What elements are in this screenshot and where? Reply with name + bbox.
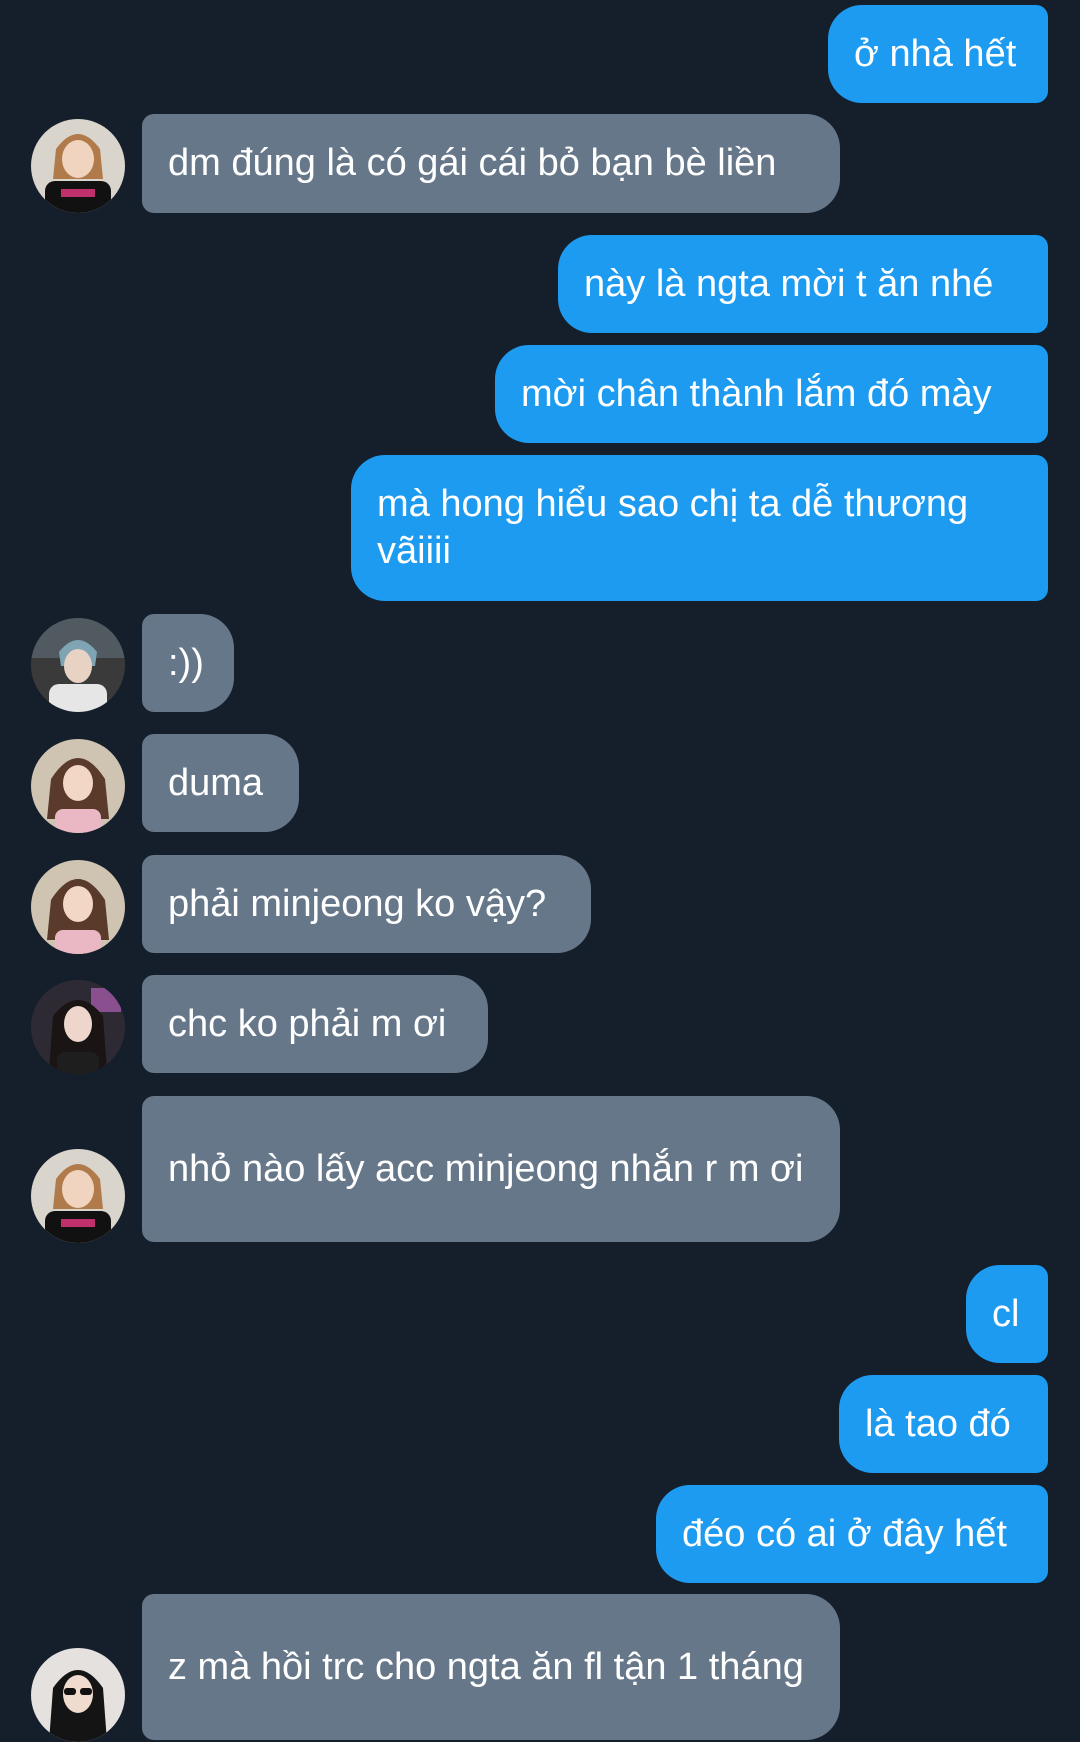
- message-bubble[interactable]: mà hong hiểu sao chị ta dễ thương vãiiii: [351, 455, 1048, 601]
- sender-avatar[interactable]: [31, 739, 125, 833]
- avatar-b-icon: [31, 618, 125, 712]
- message-bubble[interactable]: nhỏ nào lấy acc minjeong nhắn r m ơi: [142, 1096, 840, 1242]
- message-bubble[interactable]: ở nhà hết: [828, 5, 1048, 103]
- avatar-d-icon: [31, 980, 125, 1074]
- avatar-c-icon: [31, 860, 125, 954]
- message-bubble[interactable]: z mà hồi trc cho ngta ăn fl tận 1 tháng: [142, 1594, 840, 1740]
- sender-avatar[interactable]: [31, 119, 125, 213]
- avatar-e-icon: [31, 1648, 125, 1742]
- message-bubble[interactable]: :)): [142, 614, 234, 712]
- message-bubble[interactable]: duma: [142, 734, 299, 832]
- message-bubble[interactable]: là tao đó: [839, 1375, 1048, 1473]
- message-bubble[interactable]: chc ko phải m ơi: [142, 975, 488, 1073]
- message-bubble[interactable]: đéo có ai ở đây hết: [656, 1485, 1048, 1583]
- sender-avatar[interactable]: [31, 1149, 125, 1243]
- message-bubble[interactable]: dm đúng là có gái cái bỏ bạn bè liền: [142, 114, 840, 213]
- sender-avatar[interactable]: [31, 1648, 125, 1742]
- chat-thread: ở nhà hết dm đúng là có gái cái bỏ bạn b…: [0, 0, 1080, 1742]
- message-bubble[interactable]: này là ngta mời t ăn nhé: [558, 235, 1048, 333]
- sender-avatar[interactable]: [31, 618, 125, 712]
- message-bubble[interactable]: phải minjeong ko vậy?: [142, 855, 591, 953]
- avatar-a-icon: [31, 119, 125, 213]
- avatar-c-icon: [31, 739, 125, 833]
- message-bubble[interactable]: cl: [966, 1265, 1048, 1363]
- avatar-a-icon: [31, 1149, 125, 1243]
- sender-avatar[interactable]: [31, 860, 125, 954]
- sender-avatar[interactable]: [31, 980, 125, 1074]
- message-bubble[interactable]: mời chân thành lắm đó mày: [495, 345, 1048, 443]
